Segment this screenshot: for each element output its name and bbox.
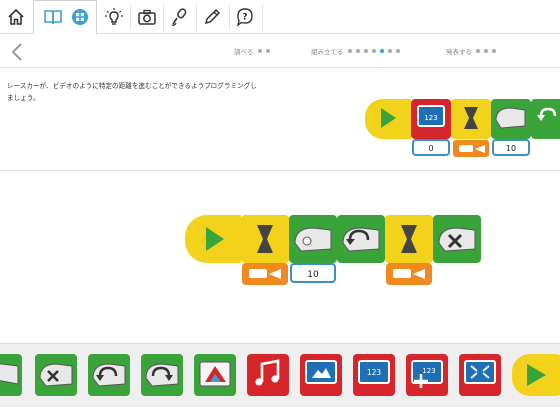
back-arrow-icon[interactable]	[8, 42, 26, 62]
toolbar-divider	[262, 4, 263, 30]
instruction-text: レースカーが、ビデオのように特定の距離を進むことができるようプログラミングしまし…	[7, 82, 257, 102]
microphone-icon	[171, 7, 187, 26]
stage-dot	[347, 49, 352, 53]
stage-investigate[interactable]: 調べる	[234, 46, 270, 56]
palette-sound-block[interactable]	[247, 354, 289, 396]
stage-build[interactable]: 組み立てる	[311, 46, 400, 56]
lightbulb-icon	[105, 7, 123, 25]
stage-label: 発表する	[446, 48, 472, 56]
microphone-button[interactable]	[163, 0, 195, 33]
progress-bar: 調べる 組み立てる 発表する	[0, 34, 560, 68]
motor-rotate-block	[531, 99, 560, 139]
display-value: 0	[428, 144, 433, 153]
book-icon	[44, 9, 62, 24]
camera-icon	[138, 9, 156, 25]
home-button[interactable]	[0, 0, 32, 33]
palette-motor-stop-block[interactable]	[35, 354, 77, 396]
palette-display-center-block[interactable]	[459, 354, 501, 396]
help-icon: ?	[236, 7, 253, 27]
stage-label: 調べる	[234, 48, 254, 56]
block-palette: 123 123	[0, 343, 560, 407]
palette-motor-cw-block[interactable]	[141, 354, 183, 396]
motor-value: 10	[506, 144, 516, 153]
stage-label: 組み立てる	[311, 48, 344, 56]
wait-block[interactable]	[385, 215, 433, 263]
grid-button[interactable]	[64, 0, 96, 33]
pencil-button[interactable]	[196, 0, 228, 33]
wait-block	[451, 99, 491, 139]
stage-dot	[363, 49, 368, 53]
help-button[interactable]: ?	[229, 0, 261, 33]
palette-motor-block[interactable]	[0, 354, 22, 396]
light-sensor-input[interactable]	[453, 140, 489, 157]
motor-block	[491, 99, 531, 139]
palette-display-add-block[interactable]: 123	[406, 354, 448, 396]
light-sensor-input[interactable]	[242, 263, 288, 285]
motor-rotate-block[interactable]	[337, 215, 385, 263]
stage-dot	[484, 49, 488, 53]
example-program: 123 0 10	[365, 99, 560, 157]
motor-block[interactable]	[289, 215, 337, 263]
lightbulb-button[interactable]	[98, 0, 130, 33]
motor-speed-icon	[495, 107, 526, 129]
grid-icon	[72, 8, 88, 25]
stage-dot-current	[379, 49, 384, 53]
light-sensor-input[interactable]	[386, 263, 432, 285]
stage-dot	[257, 49, 262, 53]
motor-stop-block[interactable]	[433, 215, 481, 263]
stage-dot	[387, 49, 392, 53]
stage-dot	[476, 49, 480, 53]
stage-dot	[371, 49, 376, 53]
display-icon: 123	[424, 114, 437, 122]
motor-speed-icon	[294, 227, 332, 252]
motor-value: 10	[307, 270, 319, 280]
palette-display-number-block[interactable]: 123	[353, 354, 395, 396]
svg-text:123: 123	[422, 367, 435, 375]
wait-block[interactable]	[241, 215, 289, 263]
palette-motor-ccw-block[interactable]	[88, 354, 130, 396]
palette-start-block[interactable]	[512, 354, 560, 396]
svg-text:?: ?	[242, 12, 247, 22]
stage-dot	[395, 49, 400, 53]
stage-dot	[355, 49, 360, 53]
workspace-program: 10	[185, 215, 481, 285]
palette-display-image-block[interactable]	[300, 354, 342, 396]
home-icon	[8, 8, 24, 25]
start-block	[365, 99, 411, 139]
display-number-icon: 123	[367, 368, 382, 377]
section-divider	[0, 170, 560, 171]
palette-light-block[interactable]	[194, 354, 236, 396]
start-block[interactable]	[185, 215, 241, 263]
stage-dot	[492, 49, 496, 53]
top-toolbar: ?	[0, 0, 560, 34]
stage-dot	[265, 49, 270, 53]
display-block: 123	[411, 99, 451, 139]
stage-present[interactable]: 発表する	[446, 46, 496, 56]
camera-button[interactable]	[131, 0, 163, 33]
pencil-icon	[204, 8, 221, 24]
